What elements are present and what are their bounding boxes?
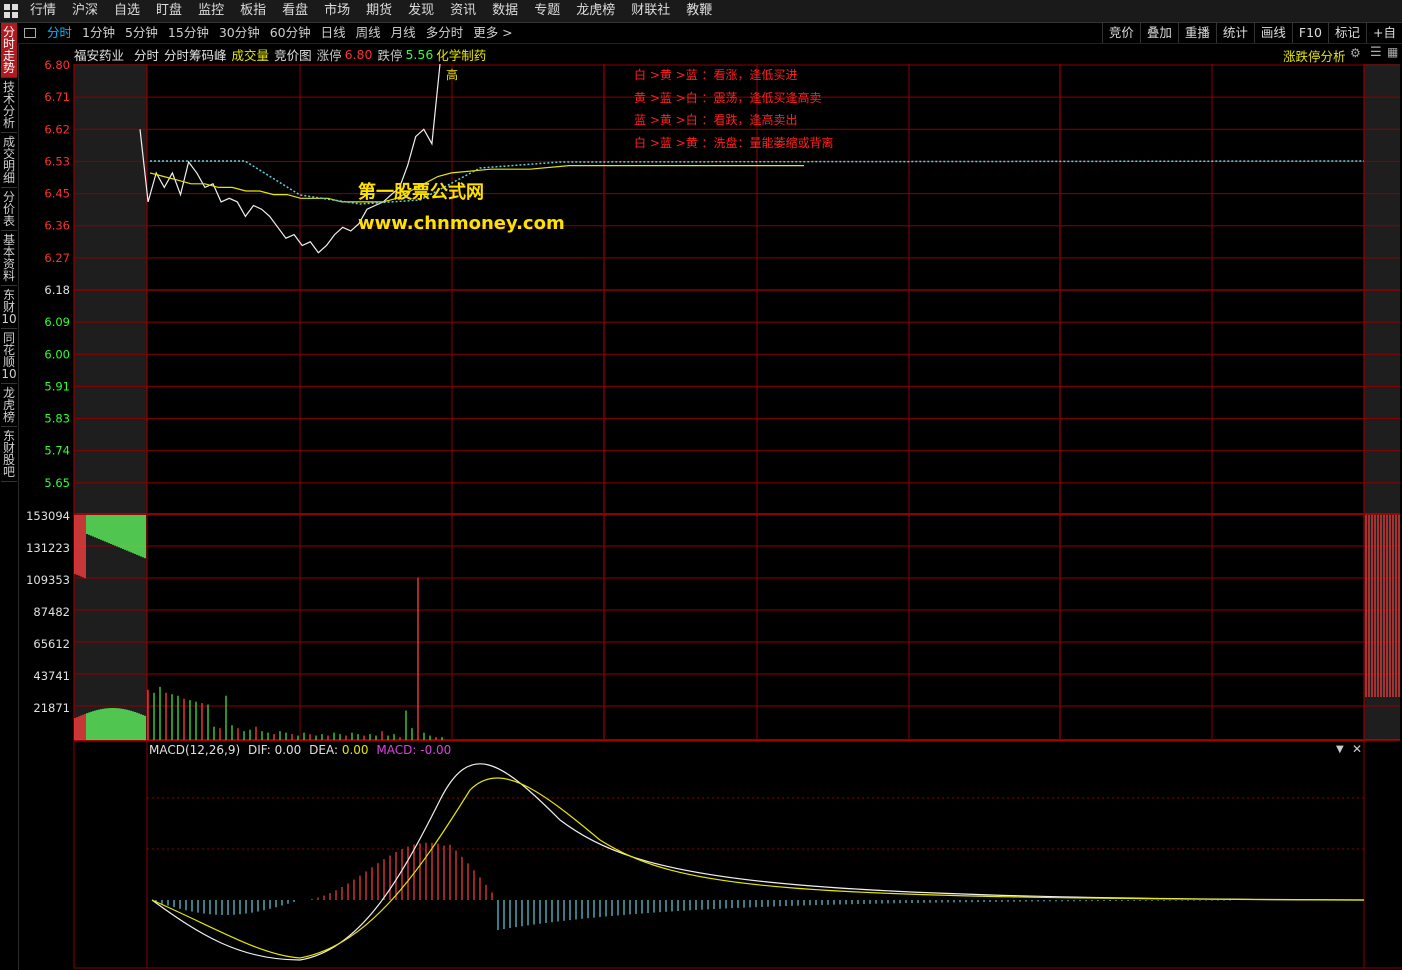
watermark-title: 第一股票公式网 (358, 182, 484, 203)
volume-tick-label: 109353 (26, 573, 70, 587)
premarket-region (74, 64, 147, 740)
price-tick-label: 5.65 (44, 476, 70, 490)
macd-label: MACD: (376, 743, 417, 757)
price-tick-label: 5.83 (44, 412, 70, 426)
volume-tick-label: 43741 (33, 669, 70, 683)
macd-value: -0.00 (420, 743, 452, 757)
macd-close-icon[interactable]: ✕ (1352, 742, 1362, 756)
legend-line-0: 白 >黄 >蓝 ：看涨，逢低买进 (634, 68, 798, 82)
dea-value: 0.00 (341, 743, 369, 757)
volume-tick-label: 87482 (33, 605, 70, 619)
dif-label: DIF: (247, 743, 271, 757)
dif-value: 0.00 (274, 743, 302, 757)
price-tick-label: 6.53 (44, 154, 70, 168)
dea-line (151, 777, 1365, 959)
volume-tick-label: 21871 (33, 701, 70, 715)
price-tick-label: 6.36 (44, 219, 70, 233)
legend-line-2: 蓝 >黄 >白 ：看跌，逢高卖出 (634, 113, 798, 127)
price-tick-label: 6.45 (44, 187, 70, 201)
macd-pane-border (73, 740, 1365, 969)
dif-line (151, 763, 1365, 961)
macd-name: MACD(12,26,9) (149, 743, 241, 757)
high-marker: 高 (446, 68, 459, 82)
macd-header: MACD(12,26,9) DIF: 0.00 DEA: 0.00 MACD: … (149, 743, 451, 757)
price-tick-label: 6.18 (44, 283, 70, 297)
volume-tick-label: 131223 (26, 541, 70, 555)
macd-dropdown-icon[interactable]: ▼ (1336, 744, 1344, 755)
price-tick-label: 5.91 (44, 379, 70, 393)
price-tick-label: 6.62 (44, 122, 70, 136)
price-tick-label: 6.27 (44, 251, 70, 265)
price-tick-label: 6.71 (44, 90, 70, 104)
legend-line-3: 白 >蓝 >黄 ：洗盘：量能萎缩或背离 (634, 135, 834, 150)
price-tick-label: 6.09 (44, 315, 70, 329)
price-tick-label: 6.00 (44, 347, 70, 361)
price-tick-label: 5.74 (44, 444, 70, 458)
volume-tick-label: 65612 (33, 637, 70, 651)
dea-label: DEA: (309, 743, 339, 757)
volume-tick-label: 153094 (26, 509, 70, 523)
watermark-url: www.chnmoney.com (358, 213, 565, 234)
price-tick-label: 6.80 (44, 58, 70, 72)
legend-line-1: 黄 >蓝 >白 ：震荡，逢低买逢高卖 (634, 90, 822, 105)
